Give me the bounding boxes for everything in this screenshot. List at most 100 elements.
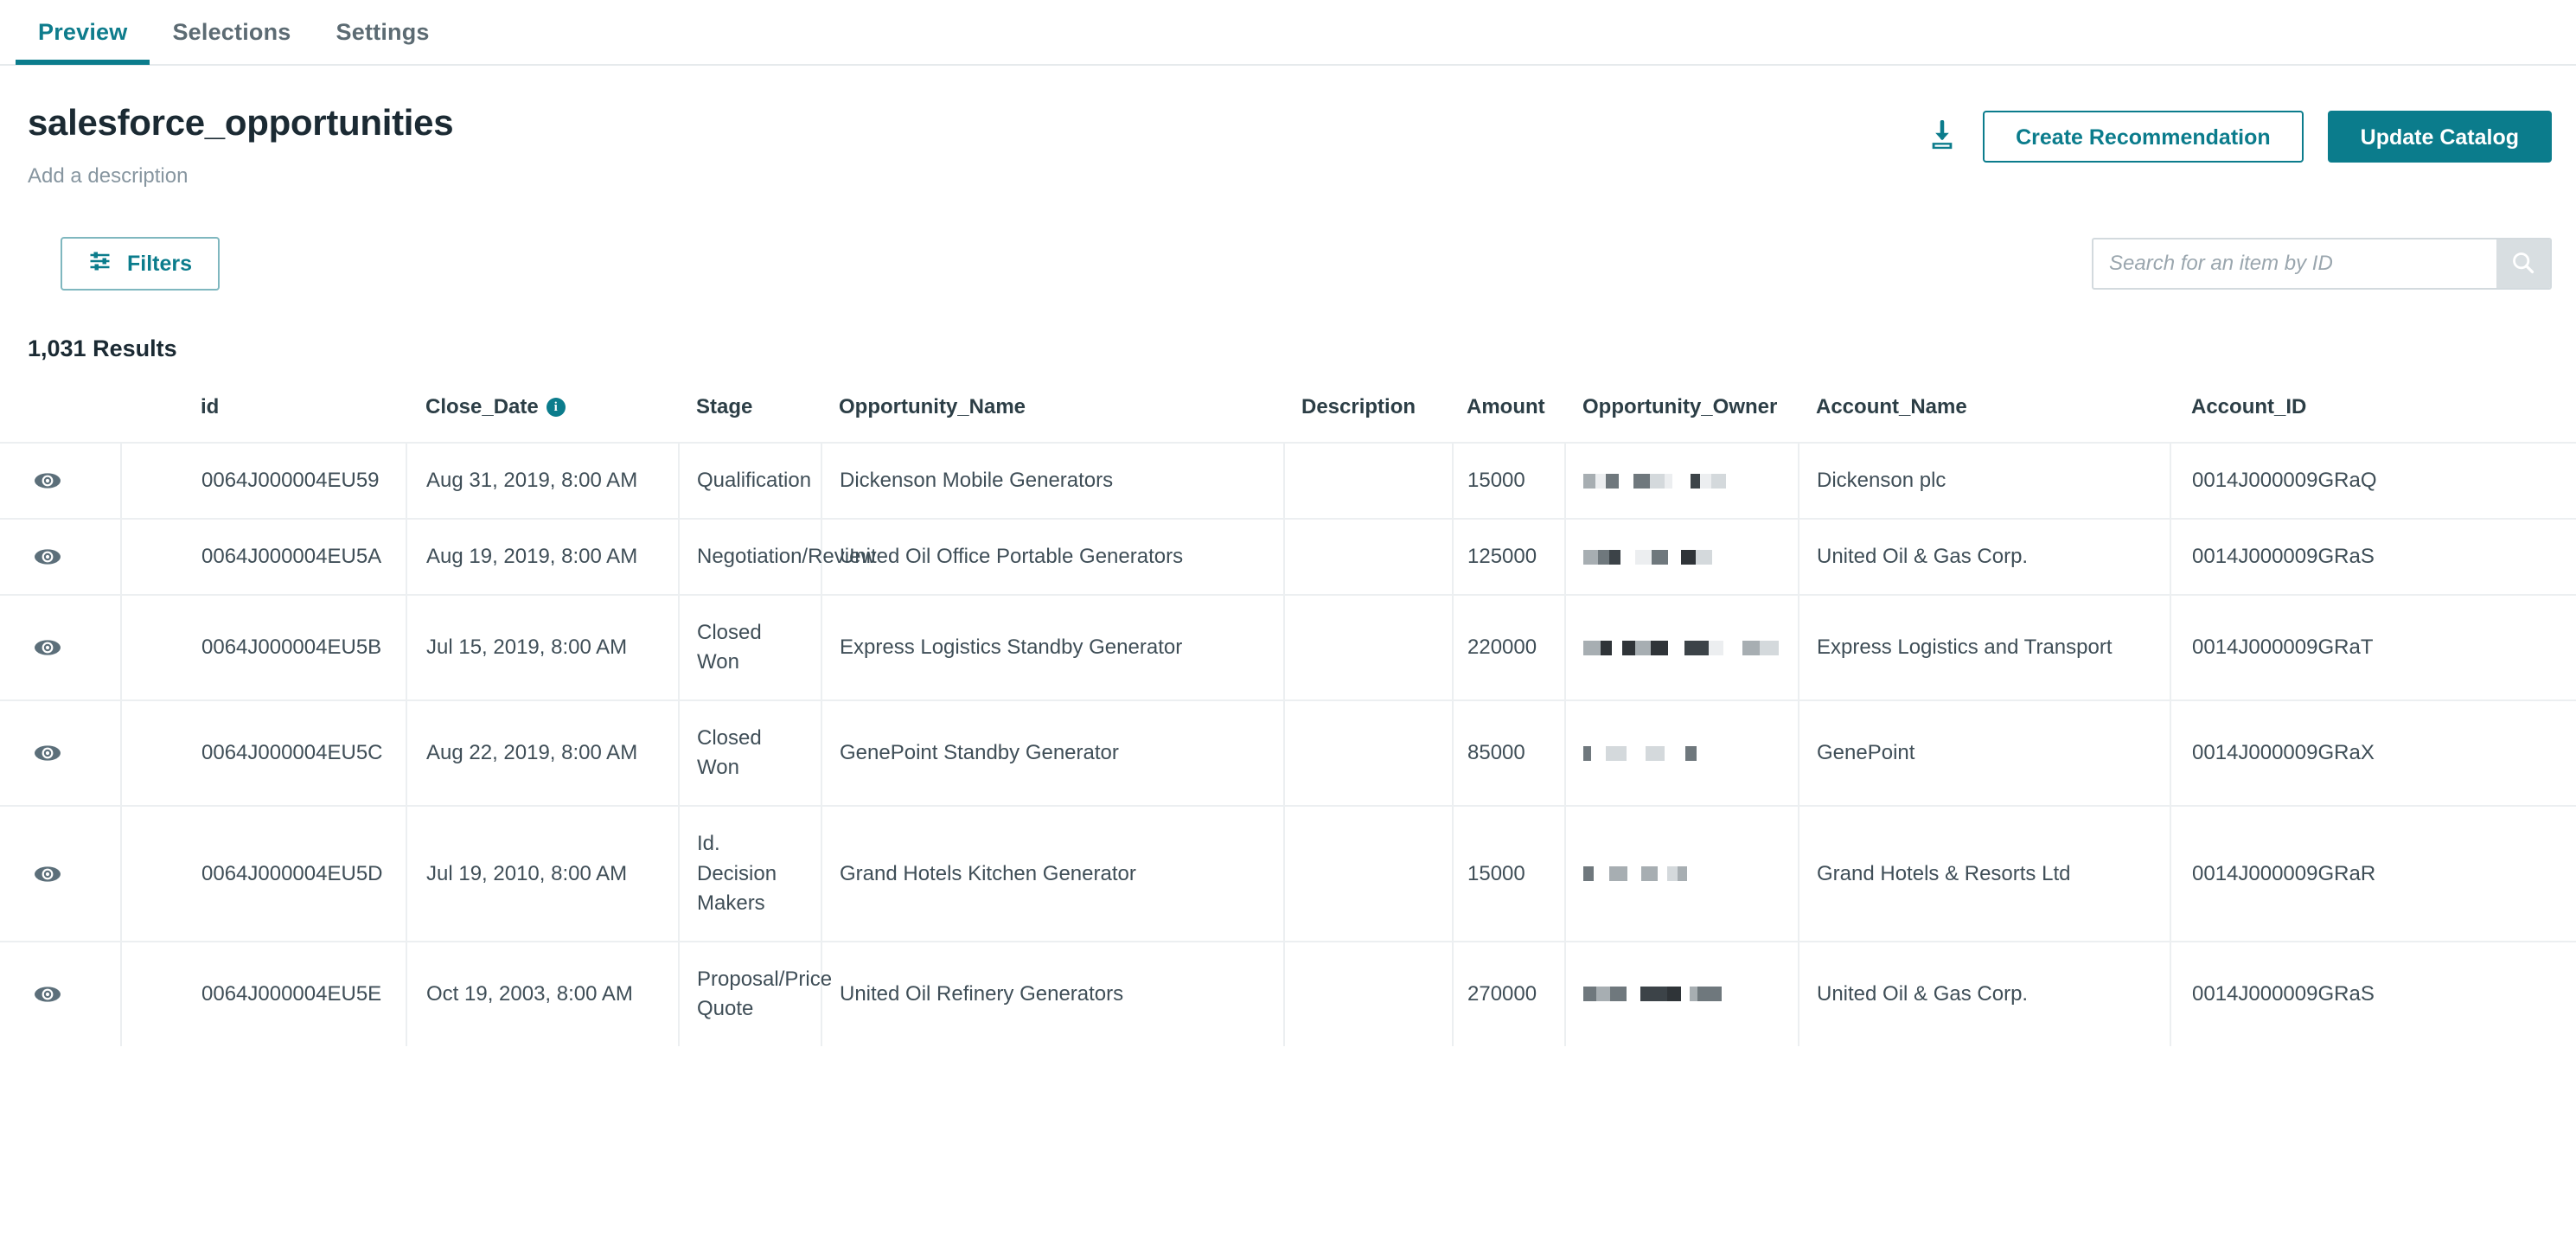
results-count: 1,031 Results <box>28 335 177 361</box>
create-recommendation-button[interactable]: Create Recommendation <box>1983 111 2304 163</box>
filters-button-label: Filters <box>127 251 193 276</box>
row-preview-cell[interactable] <box>0 699 122 807</box>
cell-description <box>1284 940 1454 1046</box>
table-body: 0064J000004EU59 Aug 31, 2019, 8:00 AM Qual… <box>0 441 2576 1046</box>
cell-id: 0064J000004EU59 <box>121 441 407 520</box>
cell-description <box>1284 594 1454 701</box>
cell-id: 0064J000004EU5B <box>121 594 407 701</box>
table-row[interactable]: 0064J000004EU5D Jul 19, 2010, 8:00 AM Id. … <box>0 805 2576 942</box>
cell-account-id: 0014J000009GRaS <box>2170 518 2576 596</box>
row-preview-cell[interactable] <box>0 594 122 701</box>
table-row[interactable]: 0064J000004EU5C Aug 22, 2019, 8:00 AM Clos… <box>0 699 2576 807</box>
cell-amount: 15000 <box>1453 805 1566 942</box>
table-row[interactable]: 0064J000004EU5B Jul 15, 2019, 8:00 AM Clos… <box>0 594 2576 701</box>
search-input[interactable] <box>2093 239 2496 288</box>
column-header-id[interactable]: id <box>121 395 406 443</box>
eye-icon[interactable] <box>0 743 101 763</box>
column-header-stage[interactable]: Stage <box>679 395 821 443</box>
cell-stage: Closed Won <box>679 699 822 807</box>
cell-amount: 15000 <box>1453 441 1566 520</box>
cell-stage: Closed Won <box>679 594 822 701</box>
tab-selections[interactable]: Selections <box>150 0 313 63</box>
column-header-account-id[interactable]: Account_ID <box>2170 395 2576 443</box>
cell-opportunity-owner <box>1565 805 1799 942</box>
column-header-close-date-label: Close_Date <box>425 395 539 418</box>
page-title: salesforce_opportunities <box>28 102 454 143</box>
page-header: salesforce_opportunities Add a descripti… <box>0 66 2576 188</box>
column-header-opportunity-owner[interactable]: Opportunity_Owner <box>1565 395 1799 443</box>
eye-icon[interactable] <box>0 546 101 567</box>
eye-icon[interactable] <box>0 470 101 491</box>
redacted-value <box>1583 469 1779 492</box>
cell-opportunity-owner <box>1565 940 1799 1046</box>
eye-icon[interactable] <box>0 984 101 1005</box>
download-icon[interactable] <box>1926 118 1959 155</box>
cell-opportunity-name: Grand Hotels Kitchen Generator <box>821 805 1285 942</box>
cell-stage: Proposal/Price Quote <box>679 940 832 1046</box>
cell-opportunity-owner <box>1565 518 1799 596</box>
cell-stage: Negotiation/Review <box>679 518 876 596</box>
row-preview-cell[interactable] <box>0 805 122 942</box>
table-row[interactable]: 0064J000004EU5E Oct 19, 2003, 8:00 AM Prop… <box>0 940 2576 1046</box>
table-row[interactable]: 0064J000004EU5A Aug 19, 2019, 8:00 AM Nego… <box>0 518 2576 596</box>
cell-amount: 85000 <box>1453 699 1566 807</box>
table-head: id Close_Date i Stage Opportunity_Name D… <box>0 395 2576 443</box>
table-header-row: id Close_Date i Stage Opportunity_Name D… <box>0 395 2576 443</box>
tab-settings[interactable]: Settings <box>314 0 452 63</box>
tab-preview[interactable]: Preview <box>16 0 150 65</box>
column-header-amount[interactable]: Amount <box>1453 395 1565 443</box>
column-header-account-name[interactable]: Account_Name <box>1799 395 2170 443</box>
cell-id: 0064J000004EU5A <box>121 518 407 596</box>
cell-close-date: Jul 19, 2010, 8:00 AM <box>406 805 680 942</box>
page-header-text: salesforce_opportunities Add a descripti… <box>28 99 454 188</box>
search-icon <box>2511 251 2535 278</box>
info-icon[interactable]: i <box>546 398 566 417</box>
cell-close-date: Jul 15, 2019, 8:00 AM <box>406 594 680 701</box>
redacted-value <box>1583 863 1779 885</box>
cell-opportunity-owner <box>1565 699 1799 807</box>
cell-stage: Qualification <box>679 441 822 520</box>
cell-amount: 125000 <box>1453 518 1566 596</box>
row-preview-cell[interactable] <box>0 518 122 596</box>
page-description[interactable]: Add a description <box>28 164 453 188</box>
cell-account-name: Grand Hotels & Resorts Ltd <box>1799 805 2171 942</box>
update-catalog-button[interactable]: Update Catalog <box>2327 111 2552 163</box>
cell-account-name: United Oil & Gas Corp. <box>1799 518 2171 596</box>
sliders-icon <box>88 251 112 278</box>
eye-icon[interactable] <box>0 637 101 658</box>
cell-close-date: Aug 31, 2019, 8:00 AM <box>406 441 680 520</box>
cell-account-name: Express Logistics and Transport <box>1799 594 2171 701</box>
cell-id: 0064J000004EU5E <box>121 940 407 1046</box>
tab-bar: Preview Selections Settings <box>0 0 2576 66</box>
cell-account-id: 0014J000009GRaR <box>2170 805 2576 942</box>
results-table-wrapper: id Close_Date i Stage Opportunity_Name D… <box>0 362 2576 1046</box>
cell-opportunity-name: Express Logistics Standby Generator <box>821 594 1285 701</box>
cell-account-name: GenePoint <box>1799 699 2171 807</box>
table-row[interactable]: 0064J000004EU59 Aug 31, 2019, 8:00 AM Qual… <box>0 441 2576 520</box>
cell-id: 0064J000004EU5C <box>121 699 407 807</box>
column-header-close-date[interactable]: Close_Date i <box>406 395 679 443</box>
search-box <box>2092 238 2552 290</box>
column-header-description[interactable]: Description <box>1284 395 1453 443</box>
row-preview-cell[interactable] <box>0 441 122 520</box>
cell-opportunity-name: GenePoint Standby Generator <box>821 699 1285 807</box>
filters-button[interactable]: Filters <box>61 237 221 291</box>
page-header-actions: Create Recommendation Update Catalog <box>1926 99 2552 163</box>
cell-account-id: 0014J000009GRaS <box>2170 940 2576 1046</box>
search-button[interactable] <box>2496 239 2550 288</box>
cell-account-id: 0014J000009GRaT <box>2170 594 2576 701</box>
cell-amount: 270000 <box>1453 940 1566 1046</box>
cell-description <box>1284 805 1454 942</box>
cell-close-date: Aug 22, 2019, 8:00 AM <box>406 699 680 807</box>
cell-account-id: 0014J000009GRaX <box>2170 699 2576 807</box>
cell-stage: Id. Decision Makers <box>679 805 822 942</box>
column-header-opportunity-name[interactable]: Opportunity_Name <box>821 395 1284 443</box>
row-preview-cell[interactable] <box>0 940 122 1046</box>
cell-description <box>1284 518 1454 596</box>
cell-opportunity-owner <box>1565 594 1799 701</box>
results-table: id Close_Date i Stage Opportunity_Name D… <box>0 395 2576 1046</box>
redacted-value <box>1583 742 1779 764</box>
cell-account-id: 0014J000009GRaQ <box>2170 441 2576 520</box>
redacted-value <box>1583 636 1779 659</box>
eye-icon[interactable] <box>0 864 101 885</box>
